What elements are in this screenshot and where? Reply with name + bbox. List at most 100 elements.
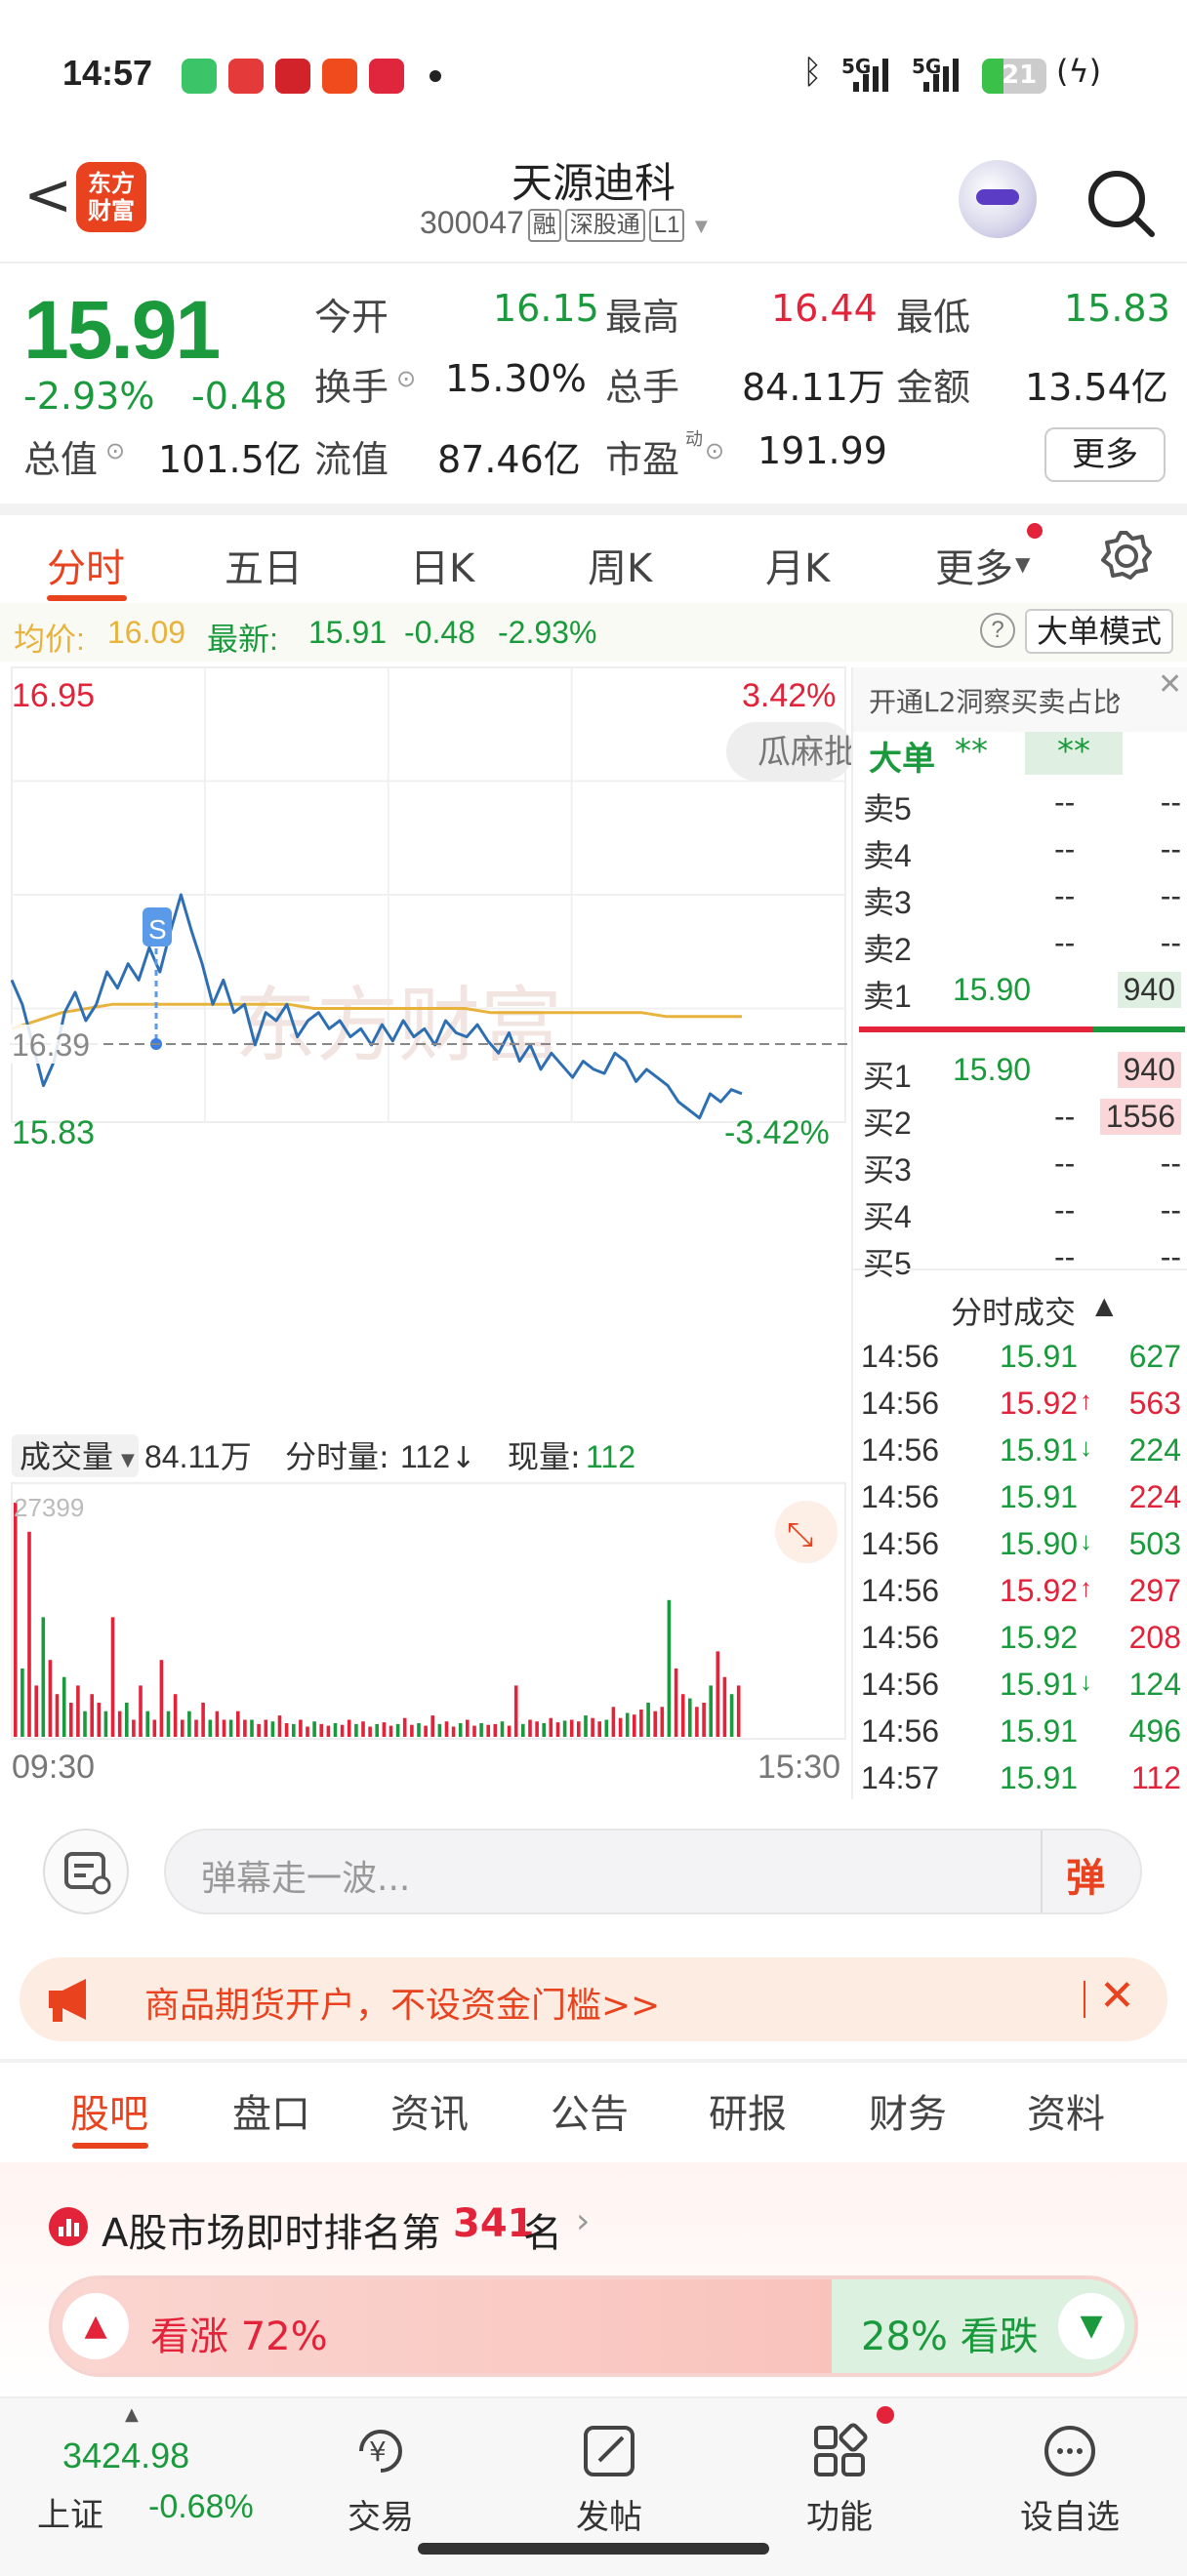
change-amount: -0.48: [191, 375, 288, 418]
ask-row[interactable]: 卖4 -- --: [863, 831, 1185, 878]
volume-bar: [306, 1726, 309, 1737]
close-l2-icon[interactable]: ✕: [1158, 667, 1182, 702]
bid-row[interactable]: 买4 -- --: [863, 1192, 1185, 1239]
trade-direction: ↓: [1080, 1667, 1092, 1696]
tab-orderbook[interactable]: 盘口: [232, 2082, 310, 2139]
intraday-chart[interactable]: 东方财富 S 16.39 16.95 15.83 3.42% -3.42% 瓜麻…: [0, 664, 851, 1795]
tab-5day[interactable]: 五日: [225, 537, 303, 593]
bid-volume: --: [1160, 1146, 1181, 1181]
nav-functions[interactable]: 功能: [761, 2398, 918, 2538]
taobao-app-icon: [322, 59, 357, 94]
open-value: 16.15: [493, 287, 599, 330]
nav-trade[interactable]: ¥ 交易: [303, 2398, 459, 2538]
bid-ratio-bar: [1093, 1026, 1185, 1032]
ask-row[interactable]: 卖5 -- --: [863, 785, 1185, 831]
bearish-down-icon[interactable]: ▼: [1058, 2293, 1125, 2359]
more-button[interactable]: 更多: [1044, 427, 1166, 482]
trade-volume: 503: [1128, 1526, 1181, 1561]
volume-bar: [695, 1707, 699, 1737]
stock-code-row: 300047 融深股通 L1 ▼: [420, 205, 712, 242]
tab-weekly-k[interactable]: 周K: [588, 537, 652, 593]
futures-ad-banner[interactable]: 商品期货开户，不设资金门槛>> ✕: [20, 1957, 1167, 2041]
pe-value: 191.99: [757, 429, 887, 472]
tab-financials[interactable]: 财务: [869, 2082, 947, 2139]
home-indicator: [418, 2543, 769, 2555]
barrage-settings-icon[interactable]: [43, 1829, 129, 1914]
rank-chart-icon: [49, 2207, 88, 2246]
turnover-value: 15.30%: [445, 357, 587, 400]
volume-bar: [97, 1703, 102, 1737]
nav-post[interactable]: 发帖: [531, 2398, 687, 2538]
rank-chevron-icon[interactable]: ›: [576, 2201, 590, 2241]
l2-chevron-icon[interactable]: ›: [1111, 681, 1122, 713]
bid-row[interactable]: 买5 -- --: [863, 1239, 1185, 1286]
tab-more[interactable]: 更多: [935, 537, 1013, 593]
nav-add-watchlist-label: 设自选: [1020, 2498, 1120, 2537]
tab-research[interactable]: 研报: [709, 2082, 787, 2139]
volume-bar: [472, 1725, 476, 1737]
tab-monthly-k[interactable]: 月K: [765, 537, 830, 593]
barrage-send-button[interactable]: 弹: [1066, 1846, 1105, 1903]
tab-news[interactable]: 资讯: [390, 2082, 469, 2139]
big-order-mode-button[interactable]: 大单模式: [1025, 609, 1174, 654]
nav-add-watchlist[interactable]: 设自选: [992, 2398, 1148, 2538]
trades-collapse-icon[interactable]: ▲: [1095, 1292, 1113, 1319]
trade-price: 15.91: [1000, 1760, 1079, 1795]
index-ticker[interactable]: ▲ 3424.98 上证 -0.68%: [0, 2398, 293, 2576]
volume-max-label: 27399: [14, 1493, 84, 1522]
rank-number[interactable]: 341: [453, 2201, 535, 2246]
trade-time: 14:57: [861, 1760, 940, 1795]
tab-daily-k[interactable]: 日K: [410, 537, 474, 593]
volume-bar: [152, 1719, 157, 1737]
info-icon-2[interactable]: ⊙: [105, 437, 125, 464]
turnover-label: 换手: [314, 366, 389, 409]
latest-label: 最新:: [207, 622, 278, 657]
tab-profile[interactable]: 资料: [1027, 2082, 1105, 2139]
volume-bar: [611, 1707, 616, 1737]
yen-cycle-icon: ¥: [359, 2430, 402, 2473]
ask-row[interactable]: 卖2 -- --: [863, 925, 1185, 972]
ask-price: 15.90: [953, 972, 1032, 1007]
barrage-input[interactable]: 弹幕走一波... 弹: [164, 1829, 1142, 1914]
info-icon[interactable]: ⊙: [396, 365, 416, 392]
bid-price: --: [1054, 1099, 1076, 1134]
tab-intraday[interactable]: 分时: [47, 537, 125, 593]
bullish-label: 看涨 72%: [150, 2314, 328, 2359]
bid-row[interactable]: 买1 15.90 940: [863, 1052, 1185, 1099]
ask-label: 卖3: [863, 885, 912, 920]
dropdown-icon[interactable]: ▼: [690, 214, 712, 238]
volume-bar: [667, 1599, 672, 1737]
bid-row[interactable]: 买2 -- 1556: [863, 1099, 1185, 1146]
volume-bar: [125, 1703, 129, 1737]
trade-volume: 496: [1128, 1713, 1181, 1749]
ask-row[interactable]: 卖1 15.90 940: [863, 972, 1185, 1019]
settings-gear-icon[interactable]: [1099, 529, 1154, 584]
bullish-up-icon[interactable]: ▲: [62, 2293, 129, 2359]
volume-bar: [451, 1726, 456, 1737]
help-icon[interactable]: ?: [980, 613, 1015, 648]
status-time: 14:57: [62, 53, 153, 93]
trade-price: 15.91: [1000, 1339, 1079, 1374]
ask-volume: --: [1160, 925, 1181, 960]
assistant-avatar[interactable]: [959, 160, 1037, 238]
tab-forum[interactable]: 股吧: [70, 2082, 148, 2139]
volume-bar: [633, 1714, 636, 1737]
info-icon-3[interactable]: ⊙: [705, 437, 724, 464]
trade-volume: 563: [1128, 1386, 1181, 1421]
trade-volume: 124: [1128, 1667, 1181, 1702]
l2-banner[interactable]: 开通L2洞察买卖占比: [869, 681, 1120, 720]
tab-announcements[interactable]: 公告: [551, 2082, 629, 2139]
volume-bar: [493, 1723, 498, 1737]
search-icon[interactable]: [1082, 164, 1160, 242]
ask-row[interactable]: 卖3 -- --: [863, 878, 1185, 925]
volume-bar: [347, 1719, 351, 1737]
volume-bar: [41, 1617, 46, 1737]
trades-title[interactable]: 分时成交: [951, 1288, 1076, 1333]
bid-row[interactable]: 买3 -- --: [863, 1146, 1185, 1192]
more-dots-icon: [1044, 2426, 1095, 2476]
ad-close-icon[interactable]: ✕: [1099, 1971, 1135, 2021]
rank-prefix[interactable]: A股市场即时排名第: [102, 2201, 440, 2258]
volume-bar: [340, 1724, 345, 1737]
chart-watermark: 东方财富: [234, 978, 562, 1073]
trade-volume: 112: [1130, 1760, 1181, 1795]
